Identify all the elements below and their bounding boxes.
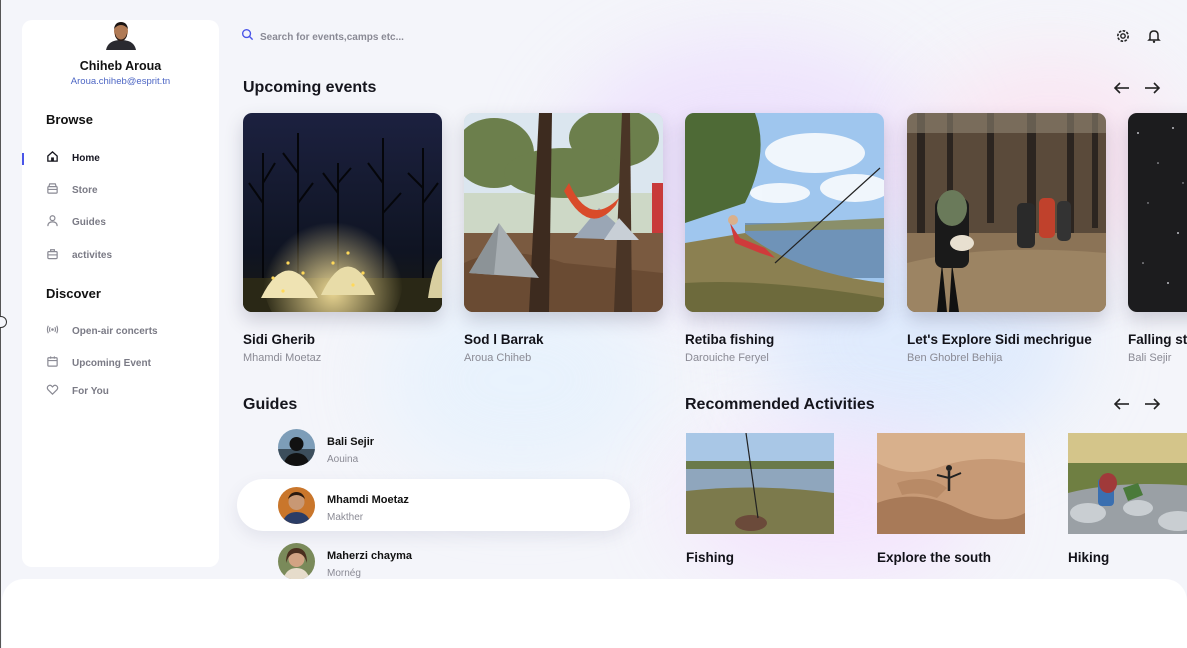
activity-title: Explore the south xyxy=(877,550,992,565)
activity-card[interactable]: Fishing xyxy=(686,433,834,565)
activity-title: Fishing xyxy=(686,550,734,565)
bottom-panel xyxy=(2,579,1187,648)
activity-card[interactable]: Hiking xyxy=(1068,433,1187,565)
activity-image-hiking xyxy=(1068,433,1187,534)
activity-card[interactable]: Explore the south xyxy=(877,433,1025,565)
activity-image-fishing xyxy=(686,433,834,534)
activity-image-desert xyxy=(877,433,1025,534)
activity-title: Hiking xyxy=(1068,550,1110,565)
activities-carousel: Fishing Explore the south Hiking xyxy=(0,0,1187,648)
